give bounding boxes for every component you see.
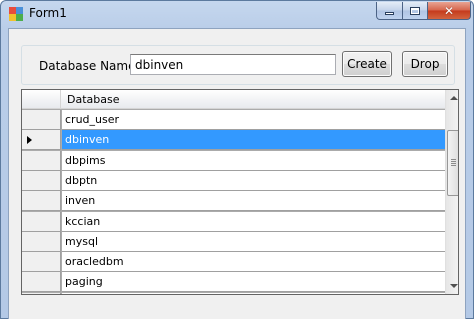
table-row[interactable]: dbinven [22,130,445,150]
database-cell[interactable]: paging [62,272,445,292]
database-name-input[interactable] [130,54,336,75]
database-cell[interactable]: oracledbm [62,252,445,272]
scroll-up-button[interactable] [446,90,458,106]
row-header[interactable] [22,272,61,292]
drop-button[interactable]: Drop [402,51,448,77]
row-header[interactable] [22,212,61,232]
window-title: Form1 [29,6,67,20]
table-row[interactable]: dbptn [22,171,445,191]
database-cell[interactable]: inven [62,191,445,211]
minimize-icon [385,12,394,15]
row-header[interactable] [22,171,61,191]
close-button[interactable]: ✕ [427,2,471,20]
database-cell[interactable]: dbpims [62,151,445,171]
database-cell[interactable]: dbptn [62,171,445,191]
grip-line [451,165,456,166]
maximize-button[interactable] [402,2,428,20]
database-grid[interactable]: Database crud_user dbinven dbpims dbptn inve… [21,89,459,295]
grip-line [451,161,456,162]
row-header[interactable] [22,130,61,150]
grid-header: Database [22,90,445,109]
database-name-label: Database Name: [39,59,140,73]
chevron-up-icon [449,96,458,100]
table-row[interactable]: inven [22,191,445,211]
create-button[interactable]: Create [342,51,392,77]
row-header[interactable] [22,151,61,171]
title-bar[interactable]: Form1 ✕ [1,1,473,28]
row-header[interactable] [22,110,61,130]
vertical-scrollbar[interactable] [445,90,458,294]
app-window: Form1 ✕ Database Name: Create Drop Datab… [0,0,474,319]
table-row[interactable]: webdb [22,293,445,294]
row-header[interactable] [22,232,61,252]
database-cell[interactable]: dbinven [62,130,445,150]
database-cell[interactable]: kccian [62,212,445,232]
table-row[interactable]: crud_user [22,110,445,130]
database-cell[interactable]: crud_user [62,110,445,130]
row-header[interactable] [22,252,61,272]
database-cell[interactable]: mysql [62,232,445,252]
scroll-down-button[interactable] [446,278,458,294]
scrollbar-thumb[interactable] [447,130,458,196]
minimize-button[interactable] [376,2,403,20]
current-row-arrow-icon [27,136,32,144]
grip-line [451,159,456,160]
row-header[interactable] [22,191,61,211]
table-row[interactable]: dbpims [22,151,445,171]
client-area: Database Name: Create Drop Database crud… [8,28,466,319]
grid-corner-cell[interactable] [22,90,61,109]
table-row[interactable]: kccian [22,212,445,232]
grip-line [451,163,456,164]
database-cell[interactable]: webdb [62,293,445,294]
column-header-database[interactable]: Database [62,90,445,109]
close-icon: ✕ [443,3,455,18]
chevron-down-icon [449,284,458,288]
app-icon [9,7,23,21]
table-row[interactable]: paging [22,272,445,292]
maximize-icon [410,6,420,15]
table-row[interactable]: oracledbm [22,252,445,272]
table-row[interactable]: mysql [22,232,445,252]
row-header[interactable] [22,293,61,294]
